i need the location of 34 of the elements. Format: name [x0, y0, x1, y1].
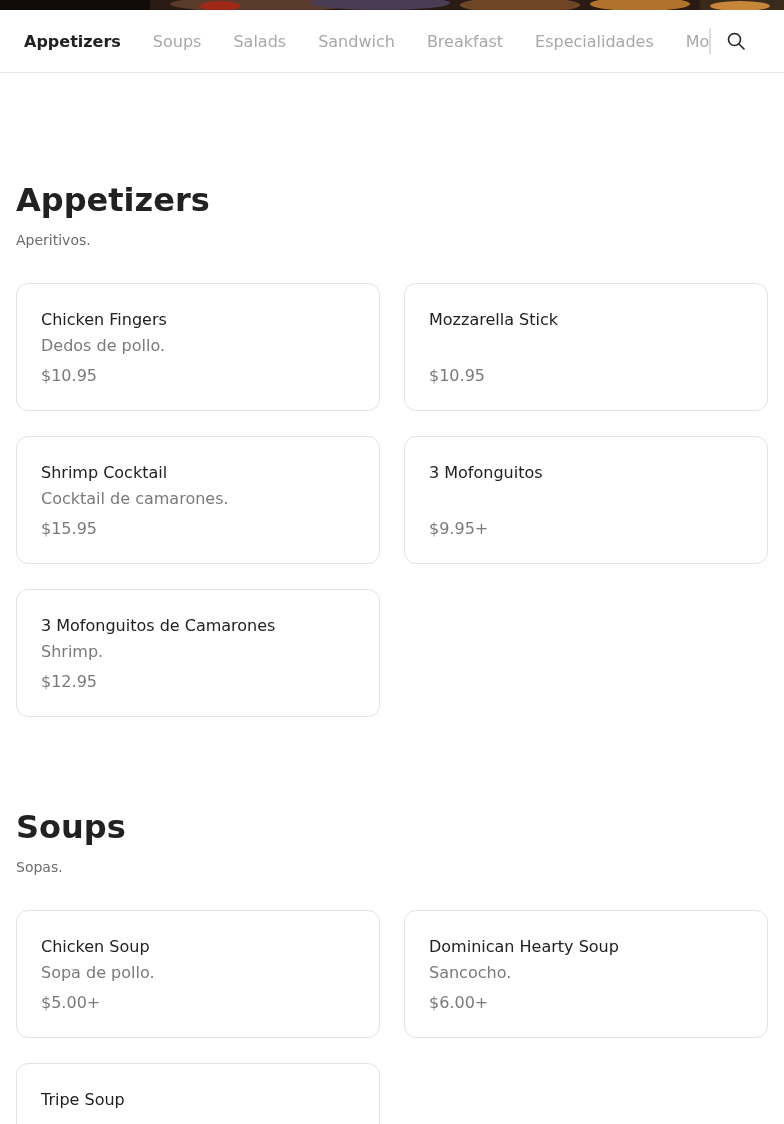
item-description: Sopa de pollo. — [41, 962, 156, 984]
section-title: Soups — [16, 807, 127, 847]
menu-item-card[interactable]: Chicken Fingers Dedos de pollo. $10.95 — [16, 283, 380, 411]
item-price: $10.95 — [429, 365, 486, 387]
section-subtitle: Sopas. — [16, 858, 64, 877]
menu-item-card[interactable]: Tripe Soup — [16, 1063, 380, 1124]
menu-item-card[interactable]: Dominican Hearty Soup Sancocho. $6.00+ — [404, 910, 768, 1038]
item-price: $10.95 — [41, 365, 98, 387]
item-name: 3 Mofonguitos — [429, 462, 544, 484]
item-price: $5.00+ — [41, 992, 102, 1014]
item-price: $6.00+ — [429, 992, 490, 1014]
section-subtitle: Aperitivos. — [16, 231, 92, 250]
search-icon[interactable] — [727, 32, 745, 50]
item-price: $15.95 — [41, 518, 98, 540]
section-title: Appetizers — [16, 180, 211, 220]
item-name: Mozzarella Stick — [429, 309, 559, 331]
item-description: Shrimp. — [41, 641, 105, 663]
item-name: Chicken Soup — [41, 936, 151, 958]
menu-item-card[interactable]: 3 Mofonguitos $9.95+ — [404, 436, 768, 564]
menu-item-card[interactable]: Mozzarella Stick $10.95 — [404, 283, 768, 411]
item-name: Tripe Soup — [41, 1089, 126, 1111]
item-price: $12.95 — [41, 671, 98, 693]
item-name: 3 Mofonguitos de Camarones — [41, 615, 277, 637]
item-description: Cocktail de camarones. — [41, 488, 230, 510]
item-name: Dominican Hearty Soup — [429, 936, 620, 958]
item-price: $9.95+ — [429, 518, 490, 540]
item-description: Dedos de pollo. — [41, 335, 167, 357]
item-name: Chicken Fingers — [41, 309, 168, 331]
menu-item-card[interactable]: Shrimp Cocktail Cocktail de camarones. $15.95 — [16, 436, 380, 564]
item-name: Shrimp Cocktail — [41, 462, 169, 484]
item-description: Sancocho. — [429, 962, 513, 984]
category-tab[interactable]: Appetizers — [16, 31, 129, 51]
menu-item-card[interactable]: 3 Mofonguitos de Camarones Shrimp. $12.95 — [16, 589, 380, 717]
menu-item-card[interactable]: Chicken Soup Sopa de pollo. $5.00+ — [16, 910, 380, 1038]
